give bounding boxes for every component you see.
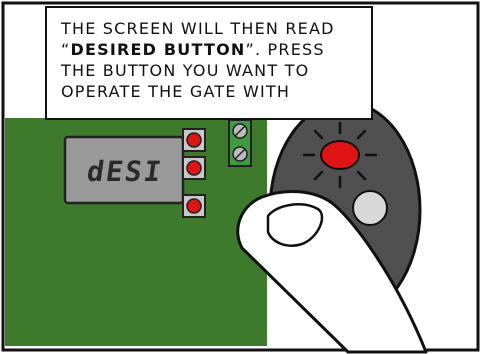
quote-close: ”. — [245, 40, 262, 59]
lcd-readout: dESI — [84, 154, 166, 188]
board-button-middle — [182, 156, 206, 180]
caption-line-4: operate the gate with — [61, 82, 291, 101]
caption-line-2-rest: Press — [261, 40, 325, 59]
caption-line-1: The screen will then read — [61, 19, 335, 38]
caption-box: The screen will then read “Desired Butto… — [45, 6, 373, 120]
board-button-bottom — [182, 194, 206, 218]
quote-open: “ — [61, 40, 71, 59]
terminal-block — [228, 119, 252, 167]
remote-second-button — [352, 190, 388, 226]
board-button-top — [182, 128, 206, 152]
caption-line-3: the button you want to — [61, 61, 310, 80]
caption-emphasis: Desired Button — [70, 40, 246, 59]
